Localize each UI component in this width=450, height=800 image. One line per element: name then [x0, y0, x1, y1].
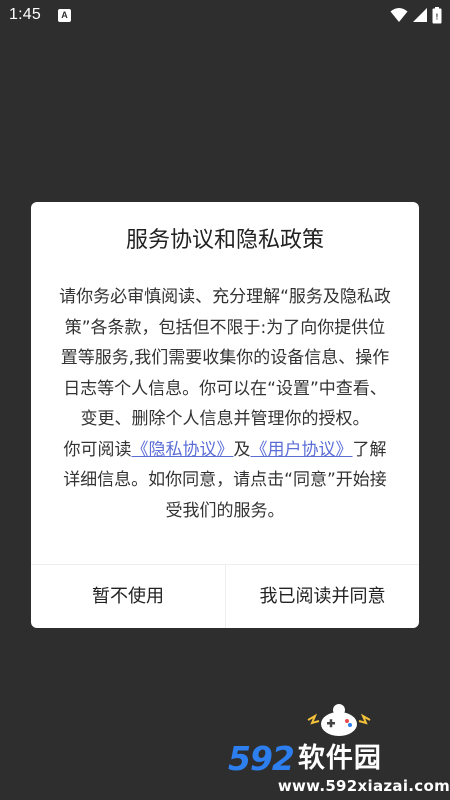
signal-icon	[412, 7, 428, 23]
watermark-url: www.592xiazai.com	[277, 777, 450, 795]
status-time: 1:45	[9, 6, 41, 23]
privacy-dialog: 服务协议和隐私政策 请你务必审慎阅读、充分理解“服务及隐私政策”各条款，包括但不…	[31, 202, 419, 628]
dialog-paragraph-2: 你可阅读《隐私协议》及《用户协议》了解详细信息。如你同意，请点击“同意”开始接受…	[59, 435, 391, 527]
dialog-body: 请你务必审慎阅读、充分理解“服务及隐私政策”各条款，包括但不限于:为了向你提供位…	[59, 282, 391, 526]
para2-conjunction: 及	[233, 439, 251, 460]
para2-prefix: 你可阅读	[63, 439, 132, 460]
decline-button[interactable]: 暂不使用	[31, 565, 225, 628]
privacy-policy-link[interactable]: 《隐私协议》	[132, 440, 234, 460]
status-bar: 1:45 A !	[0, 0, 450, 32]
dialog-paragraph-1: 请你务必审慎阅读、充分理解“服务及隐私政策”各条款，包括但不限于:为了向你提供位…	[59, 287, 391, 429]
watermark-brand: 592 软件园	[228, 742, 450, 776]
game-controller-mascot-icon	[302, 700, 376, 742]
svg-text:!: !	[436, 12, 439, 21]
dialog-title: 服务协议和隐私政策	[125, 228, 324, 253]
status-icons: !	[390, 6, 442, 24]
wifi-icon	[390, 7, 408, 23]
watermark-number: 592	[228, 739, 295, 778]
battery-icon: !	[432, 6, 442, 24]
notification-a-icon: A	[58, 9, 71, 22]
user-agreement-link[interactable]: 《用户协议》	[251, 440, 353, 460]
watermark-name: 软件园	[297, 743, 382, 774]
watermark-logo: 592 软件园 www.592xiazai.com	[228, 700, 450, 800]
agree-button[interactable]: 我已阅读并同意	[226, 565, 419, 628]
